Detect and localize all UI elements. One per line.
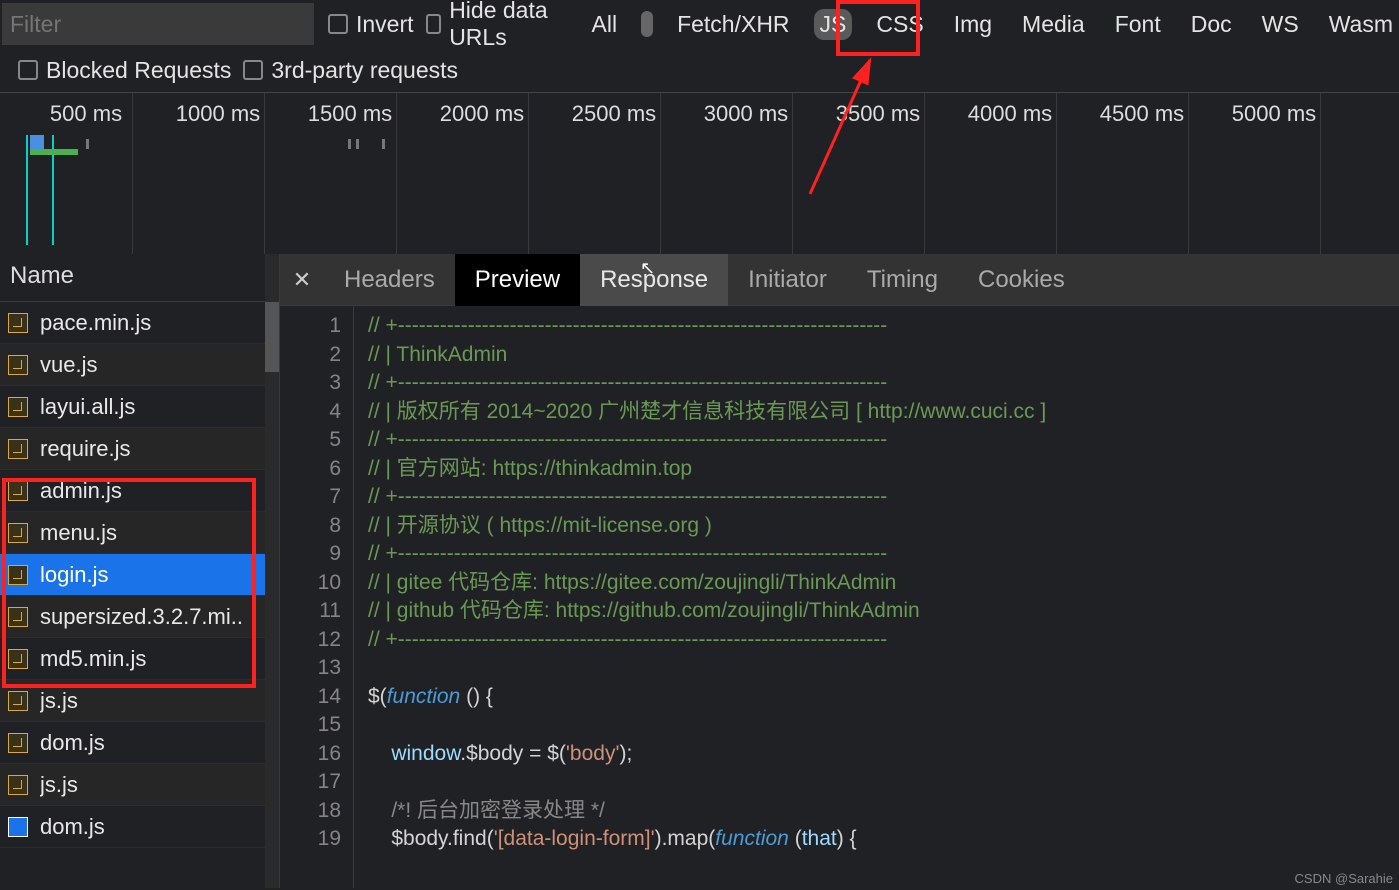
js-file-icon: [8, 397, 28, 417]
timeline-tick-label: 2500 ms: [572, 101, 656, 127]
column-header-name[interactable]: Name: [0, 254, 279, 302]
request-name: dom.js: [40, 730, 105, 756]
request-row[interactable]: pace.min.js: [0, 302, 279, 344]
request-name: menu.js: [40, 520, 117, 546]
filter-type-css[interactable]: CSS: [870, 9, 929, 40]
detail-panel: ✕ Headers Preview Response Initiator Tim…: [280, 254, 1399, 888]
timeline-tick-label: 500 ms: [50, 101, 122, 127]
hide-data-urls-label: Hide data URLs: [449, 0, 567, 51]
tab-timing[interactable]: Timing: [847, 254, 958, 306]
filter-input[interactable]: [2, 3, 314, 45]
js-file-icon: [8, 481, 28, 501]
timeline-tick-label: 2000 ms: [440, 101, 524, 127]
hide-data-urls-checkbox[interactable]: Hide data URLs: [426, 0, 568, 51]
timeline-tick-label: 4000 ms: [968, 101, 1052, 127]
timeline-tick-label: 1000 ms: [176, 101, 260, 127]
request-name: login.js: [40, 562, 108, 588]
scrollbar-thumb[interactable]: [265, 302, 279, 372]
timeline-tick-label: 1500 ms: [308, 101, 392, 127]
request-name: admin.js: [40, 478, 122, 504]
request-row[interactable]: login.js: [0, 554, 279, 596]
lower-pane: Name pace.min.js vue.js layui.all.js requir…: [0, 254, 1399, 888]
timeline-tick-label: 5000 ms: [1232, 101, 1316, 127]
js-file-icon: [8, 775, 28, 795]
request-name: js.js: [40, 772, 78, 798]
filter-type-img[interactable]: Img: [948, 9, 998, 40]
filter-type-font[interactable]: Font: [1109, 9, 1167, 40]
js-file-icon: [8, 607, 28, 627]
request-row[interactable]: require.js: [0, 428, 279, 470]
filter-type-wasm[interactable]: Wasm: [1323, 9, 1399, 40]
request-name: dom.js: [40, 814, 105, 840]
tab-preview[interactable]: Preview: [455, 254, 580, 306]
request-name: js.js: [40, 688, 78, 714]
filter-type-list: All Fetch/XHR JS CSS Img Media Font Doc …: [586, 9, 1399, 40]
request-name: md5.min.js: [40, 646, 146, 672]
third-party-checkbox[interactable]: 3rd-party requests: [243, 57, 458, 84]
request-name: layui.all.js: [40, 394, 135, 420]
tab-response[interactable]: Response: [580, 254, 728, 306]
request-row[interactable]: menu.js: [0, 512, 279, 554]
js-file-icon: [8, 733, 28, 753]
watermark: CSDN @Sarahie: [1295, 871, 1393, 886]
filter-bar: Invert Hide data URLs All Fetch/XHR JS C…: [0, 0, 1399, 48]
blocked-label: Blocked Requests: [46, 57, 231, 84]
line-gutter: 12345678910111213141516171819: [280, 306, 354, 888]
request-row[interactable]: layui.all.js: [0, 386, 279, 428]
request-row[interactable]: js.js: [0, 764, 279, 806]
js-file-icon: [8, 523, 28, 543]
request-row[interactable]: dom.js: [0, 806, 279, 848]
timeline-tick-label: 3000 ms: [704, 101, 788, 127]
filter-bar-row2: Blocked Requests 3rd-party requests: [0, 48, 1399, 92]
network-timeline[interactable]: 500 ms 1000 ms 1500 ms 2000 ms 2500 ms 3000 m…: [0, 92, 1399, 254]
js-file-icon: [8, 691, 28, 711]
blocked-requests-checkbox[interactable]: Blocked Requests: [18, 57, 231, 84]
file-list: pace.min.js vue.js layui.all.js require.js a…: [0, 302, 279, 848]
request-row[interactable]: md5.min.js: [0, 638, 279, 680]
request-name: pace.min.js: [40, 310, 151, 336]
request-row[interactable]: admin.js: [0, 470, 279, 512]
invert-checkbox[interactable]: Invert: [328, 11, 414, 38]
request-row[interactable]: supersized.3.2.7.mi..: [0, 596, 279, 638]
request-list-sidebar: Name pace.min.js vue.js layui.all.js requir…: [0, 254, 280, 888]
js-file-icon: [8, 439, 28, 459]
filter-type-fetch[interactable]: Fetch/XHR: [671, 9, 795, 40]
filter-type-all[interactable]: All: [586, 9, 624, 40]
request-row[interactable]: dom.js: [0, 722, 279, 764]
detail-tabs: ✕ Headers Preview Response Initiator Tim…: [280, 254, 1399, 306]
third-party-label: 3rd-party requests: [271, 57, 458, 84]
request-name: vue.js: [40, 352, 97, 378]
request-name: require.js: [40, 436, 130, 462]
separator: [641, 11, 653, 37]
js-file-icon: [8, 565, 28, 585]
js-file-icon: [8, 649, 28, 669]
source-code: // +------------------------------------…: [354, 306, 1399, 888]
filter-type-js[interactable]: JS: [814, 9, 853, 40]
filter-type-ws[interactable]: WS: [1256, 9, 1305, 40]
code-preview[interactable]: 12345678910111213141516171819 // +------…: [280, 306, 1399, 888]
invert-label: Invert: [356, 11, 414, 38]
request-row[interactable]: js.js: [0, 680, 279, 722]
filter-type-doc[interactable]: Doc: [1185, 9, 1238, 40]
request-name: supersized.3.2.7.mi..: [40, 604, 243, 630]
filter-type-media[interactable]: Media: [1016, 9, 1091, 40]
js-file-icon: [8, 355, 28, 375]
timeline-tick-label: 3500 ms: [836, 101, 920, 127]
timeline-tick-label: 4500 ms: [1100, 101, 1184, 127]
js-file-icon: [8, 313, 28, 333]
tab-cookies[interactable]: Cookies: [958, 254, 1085, 306]
tab-initiator[interactable]: Initiator: [728, 254, 847, 306]
request-row[interactable]: vue.js: [0, 344, 279, 386]
close-detail-button[interactable]: ✕: [280, 267, 324, 293]
js-file-icon: [8, 817, 28, 837]
tab-headers[interactable]: Headers: [324, 254, 455, 306]
